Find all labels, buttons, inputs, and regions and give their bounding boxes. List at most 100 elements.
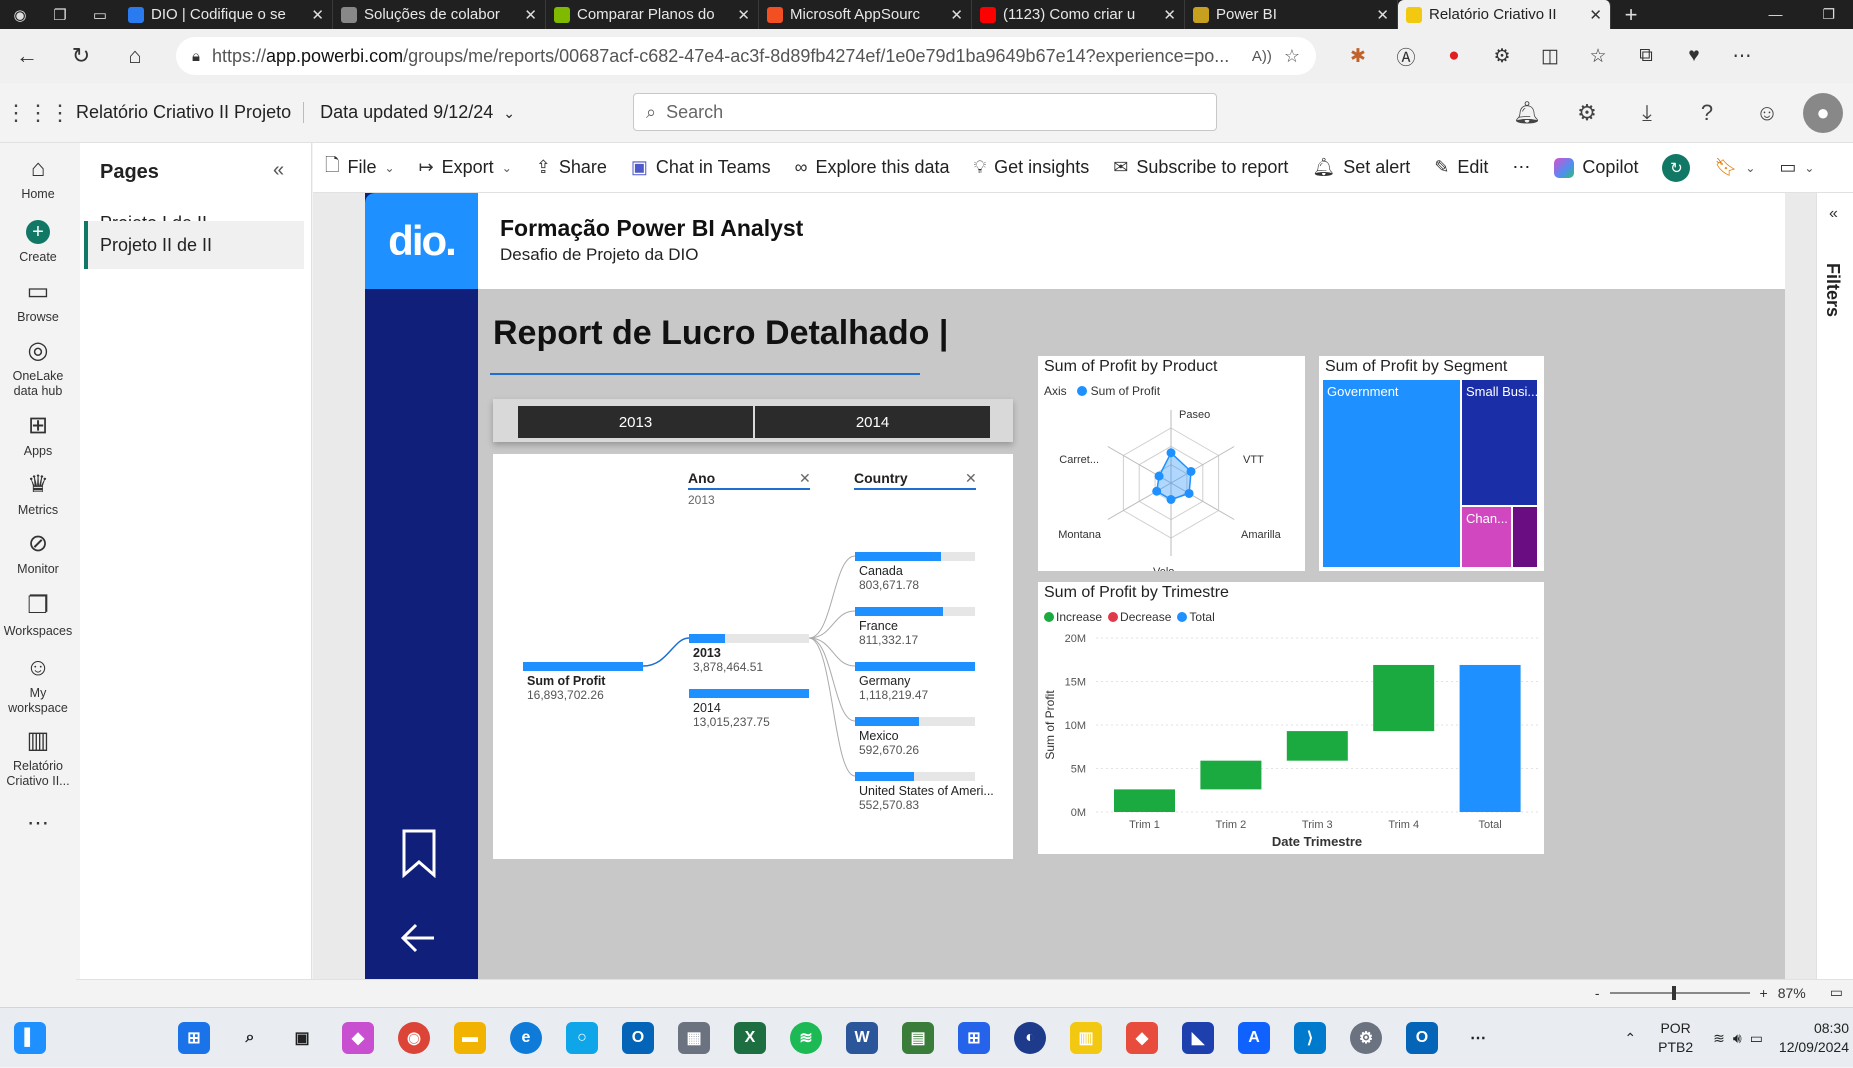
radar-point[interactable] (1154, 471, 1164, 481)
edit-button[interactable]: ✎ Edit (1422, 157, 1500, 178)
nav-item[interactable]: ▥ Relatório Criativo II... (0, 723, 76, 793)
calculator-icon[interactable]: ▦ (678, 1022, 710, 1054)
year-bar[interactable] (689, 634, 809, 643)
browser-tab[interactable]: Soluções de colabor ✕ (333, 0, 546, 29)
slicer-button-2013[interactable]: 2013 (518, 406, 753, 438)
close-tab-icon[interactable]: ✕ (1589, 6, 1602, 24)
treemap-tile-small-business[interactable]: Small Busi... (1462, 380, 1537, 505)
tab-actions-icon[interactable]: ▭ (80, 0, 120, 29)
outlook-icon[interactable]: O (622, 1022, 654, 1054)
collapse-pane-icon[interactable]: « (273, 159, 284, 182)
slicer-button-2014[interactable]: 2014 (755, 406, 990, 438)
extension-icon[interactable]: ● (1430, 45, 1478, 67)
nav-item[interactable]: ⊘ Monitor (0, 523, 76, 583)
bookmark-menu[interactable]: 🔖︎ ⌄ (1702, 157, 1767, 178)
extension-icon[interactable]: Ⓐ (1382, 43, 1430, 70)
zoom-thumb[interactable] (1671, 985, 1676, 1000)
refresh-icon[interactable]: ↻ (54, 43, 108, 69)
widgets-icon[interactable]: ▌ (14, 1022, 46, 1054)
cortana-icon[interactable]: ○ (566, 1022, 598, 1054)
zoom-slider[interactable] (1609, 985, 1750, 1000)
nav-item[interactable]: ♛ Metrics (0, 465, 76, 523)
avatar[interactable]: ● (1803, 93, 1843, 133)
close-tab-icon[interactable]: ✕ (950, 6, 963, 24)
country-bar[interactable] (855, 662, 975, 671)
favorites-icon[interactable]: ☆ (1574, 45, 1622, 68)
close-tab-icon[interactable]: ✕ (1163, 6, 1176, 24)
restore-icon[interactable]: ❐ (1822, 6, 1835, 23)
radar-point[interactable] (1152, 486, 1162, 496)
nav-item[interactable]: ❐ Workspaces (0, 583, 76, 647)
export-menu[interactable]: ↦ Export ⌄ (407, 157, 524, 178)
more-options-icon[interactable]: ⋯ (1500, 157, 1542, 178)
extensions-icon[interactable]: ⚙ (1478, 45, 1526, 68)
app-icon[interactable]: ◐ (1014, 1022, 1046, 1054)
more-icon[interactable]: ⋯ (0, 793, 76, 853)
copilot-icon[interactable]: ◆ (342, 1022, 374, 1054)
lock-icon[interactable]: 🔒︎ (192, 48, 200, 65)
waterfall-bar[interactable] (1114, 789, 1175, 812)
year-bar[interactable] (689, 689, 809, 698)
country-bar[interactable] (855, 717, 975, 726)
filters-pane[interactable]: « Filters (1816, 193, 1853, 979)
file-menu[interactable]: 🗋︎ File ⌄ (313, 153, 407, 183)
waterfall-chart-visual[interactable]: Sum of Profit by Trimestre Increase Decre… (1038, 582, 1544, 854)
close-tab-icon[interactable]: ✕ (1376, 6, 1389, 24)
task-view-icon[interactable]: ▣ (286, 1022, 318, 1054)
radar-chart-visual[interactable]: Sum of Profit by Product Axis Sum of Pro… (1038, 356, 1305, 571)
browser-tab[interactable]: Comparar Planos do ✕ (546, 0, 759, 29)
app-icon[interactable]: ◣ (1182, 1022, 1214, 1054)
set-alert-button[interactable]: 🔔︎ Set alert (1300, 157, 1422, 178)
excel-icon[interactable]: X (734, 1022, 766, 1054)
start-icon[interactable]: ⊞ (178, 1022, 210, 1054)
close-tab-icon[interactable]: ✕ (311, 6, 324, 24)
copilot-button[interactable]: Copilot (1542, 157, 1650, 178)
country-bar[interactable] (855, 607, 975, 616)
nav-item[interactable]: ⌂ Home (0, 143, 76, 213)
treemap-tile-channel[interactable]: Chan... (1462, 507, 1511, 567)
country-bar[interactable] (855, 552, 975, 561)
chrome-icon[interactable]: ◉ (398, 1022, 430, 1054)
zoom-out-button[interactable]: - (1595, 985, 1600, 1001)
battery-icon[interactable]: ▭ (1750, 1030, 1763, 1047)
extension-icon[interactable]: ✱ (1334, 45, 1382, 68)
read-aloud-icon[interactable]: A)) (1252, 48, 1272, 65)
profile-icon[interactable]: ◉ (0, 0, 40, 29)
language-indicator[interactable]: POR PTB2 (1658, 1019, 1693, 1057)
radar-point[interactable] (1166, 448, 1176, 458)
vscode-icon[interactable]: ⟩ (1294, 1022, 1326, 1054)
nav-item[interactable]: ◎ OneLake data hub (0, 331, 76, 405)
radar-point[interactable] (1166, 495, 1176, 504)
nav-item[interactable]: ⊞ Apps (0, 405, 76, 465)
word-icon[interactable]: W (846, 1022, 878, 1054)
nav-item[interactable]: ▭ Browse (0, 271, 76, 331)
zoom-in-button[interactable]: + (1760, 985, 1768, 1001)
treemap-visual[interactable]: Sum of Profit by Segment Government Smal… (1319, 356, 1544, 571)
fit-page-icon[interactable]: ▭ (1830, 984, 1843, 1001)
close-tab-icon[interactable]: ✕ (737, 6, 750, 24)
waterfall-bar[interactable] (1459, 664, 1521, 812)
chevron-up-icon[interactable]: ⌃ (1624, 1030, 1636, 1047)
radar-point[interactable] (1186, 466, 1196, 476)
more-icon[interactable]: ⋯ (1462, 1022, 1494, 1054)
radar-point[interactable] (1184, 488, 1194, 498)
feedback-icon[interactable]: ☺ (1737, 100, 1797, 126)
split-screen-icon[interactable]: ◫ (1526, 45, 1574, 68)
spotify-icon[interactable]: ≋ (790, 1022, 822, 1054)
app-icon[interactable]: ◆ (1126, 1022, 1158, 1054)
arrow-left-icon[interactable] (398, 918, 438, 958)
treemap-tile-government[interactable]: Government (1323, 380, 1460, 567)
health-icon[interactable]: ♥ (1670, 45, 1718, 67)
settings-icon[interactable]: ⚙ (1350, 1022, 1382, 1054)
close-tab-icon[interactable]: ✕ (524, 6, 537, 24)
file-explorer-icon[interactable]: ▬ (454, 1022, 486, 1054)
more-icon[interactable]: ⋯ (1718, 45, 1766, 68)
outlook-new-icon[interactable]: O (1406, 1022, 1438, 1054)
country-bar[interactable] (855, 772, 975, 781)
nav-item[interactable]: ☺ My workspace (0, 647, 76, 723)
root-bar[interactable] (523, 662, 643, 671)
collections-icon[interactable]: ❐ (40, 0, 80, 29)
waterfall-bar[interactable] (1286, 731, 1348, 761)
notifications-icon[interactable]: 🔔︎ (1497, 100, 1557, 126)
favorite-star-icon[interactable]: ☆ (1284, 46, 1300, 67)
